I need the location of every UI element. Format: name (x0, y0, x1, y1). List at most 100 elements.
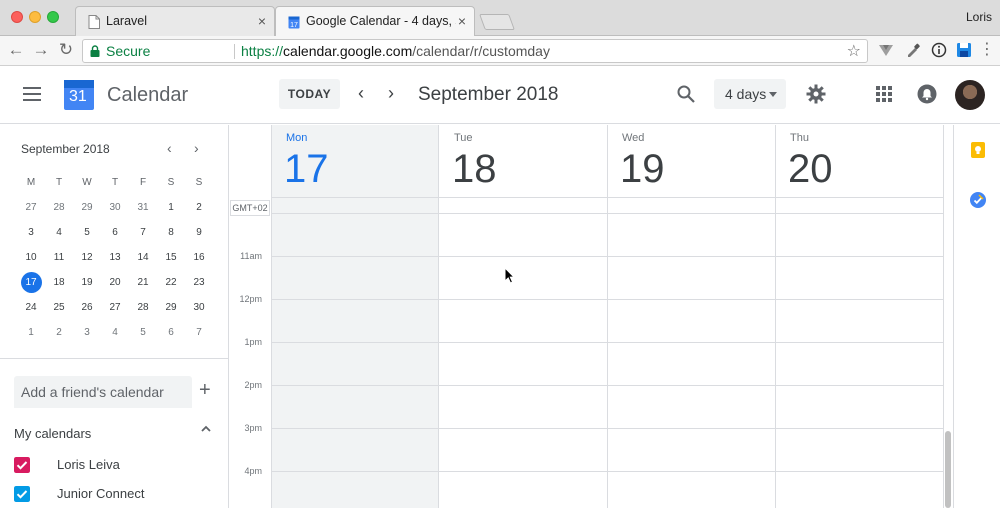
mini-calendar-day[interactable]: 2 (185, 195, 213, 220)
day-header-wed[interactable]: Wed 19 (607, 125, 775, 197)
browser-tab-laravel[interactable]: Laravel × (75, 6, 275, 36)
mini-calendar-day[interactable]: 11 (45, 245, 73, 270)
bookmark-star-icon[interactable]: ☆ (847, 41, 861, 61)
mini-calendar-day[interactable]: 2 (45, 320, 73, 345)
today-button[interactable]: TODAY (279, 79, 340, 109)
mini-calendar-day[interactable]: 28 (45, 195, 73, 220)
mini-calendar-day[interactable]: 21 (129, 270, 157, 295)
checkbox-checked-icon[interactable] (14, 457, 30, 473)
browser-profile-name[interactable]: Loris (966, 10, 992, 24)
day-of-week: Thu (790, 132, 809, 144)
day-header-thu[interactable]: Thu 20 (775, 125, 943, 197)
browser-tab-bar: Laravel × 17 Google Calendar - 4 days, s… (0, 0, 1000, 36)
search-icon[interactable] (676, 84, 696, 104)
mini-calendar-day[interactable]: 3 (73, 320, 101, 345)
day-header-mon[interactable]: Mon 17 (271, 125, 439, 197)
mini-calendar-day[interactable]: 31 (129, 195, 157, 220)
extension-info-icon[interactable] (931, 42, 947, 58)
notifications-bell-icon[interactable] (917, 84, 937, 104)
day-number[interactable]: 17 (284, 147, 329, 192)
logo-day-number: 31 (69, 88, 87, 105)
back-button[interactable]: ← (5, 39, 27, 61)
next-period-button[interactable]: › (388, 83, 394, 104)
mini-calendar-day[interactable]: 1 (17, 320, 45, 345)
account-avatar[interactable] (955, 80, 985, 110)
previous-period-button[interactable]: ‹ (358, 83, 364, 104)
mini-calendar-day[interactable]: 4 (45, 220, 73, 245)
close-tab-icon[interactable]: × (458, 13, 466, 29)
grid-scrollbar[interactable] (945, 431, 951, 508)
mini-calendar-day[interactable]: 19 (73, 270, 101, 295)
mini-calendar-day[interactable]: 29 (157, 295, 185, 320)
extension-eyedropper-icon[interactable] (905, 42, 921, 58)
weekday-label: T (55, 177, 63, 188)
mini-calendar-day[interactable]: 22 (157, 270, 185, 295)
view-selector[interactable]: 4 days (714, 79, 786, 109)
mini-calendar-day-today[interactable]: 17 (17, 270, 45, 295)
address-bar[interactable]: Secure https://calendar.google.com/calen… (82, 39, 868, 63)
mini-calendar-day[interactable]: 13 (101, 245, 129, 270)
maximize-window-button[interactable] (47, 11, 59, 23)
mini-calendar-day[interactable]: 9 (185, 220, 213, 245)
checkbox-checked-icon[interactable] (14, 486, 30, 502)
day-number[interactable]: 20 (788, 147, 833, 192)
secure-label: Secure (106, 43, 151, 59)
add-friend-calendar-input[interactable]: Add a friend's calendar (14, 376, 192, 408)
extension-save-icon[interactable] (956, 42, 972, 58)
day-header-tue[interactable]: Tue 18 (439, 125, 607, 197)
mini-calendar-day[interactable]: 16 (185, 245, 213, 270)
mini-calendar-day[interactable]: 1 (157, 195, 185, 220)
mini-calendar-next-month[interactable]: › (194, 140, 199, 156)
mini-calendar-day[interactable]: 28 (129, 295, 157, 320)
mini-calendar-day[interactable]: 7 (185, 320, 213, 345)
mini-calendar-day[interactable]: 25 (45, 295, 73, 320)
mini-calendar-day[interactable]: 27 (17, 195, 45, 220)
mini-calendar-day[interactable]: 30 (101, 195, 129, 220)
minimize-window-button[interactable] (29, 11, 41, 23)
svg-text:17: 17 (290, 22, 298, 29)
mini-calendar-day[interactable]: 18 (45, 270, 73, 295)
mini-calendar-day[interactable]: 5 (129, 320, 157, 345)
mini-calendar-day[interactable]: 30 (185, 295, 213, 320)
mini-calendar-day[interactable]: 26 (73, 295, 101, 320)
keep-notes-icon[interactable] (970, 142, 986, 158)
mini-calendar-day[interactable]: 15 (157, 245, 185, 270)
gear-icon[interactable] (806, 84, 826, 104)
my-calendars-heading[interactable]: My calendars (14, 426, 91, 441)
mini-calendar-day[interactable]: 27 (101, 295, 129, 320)
reload-button[interactable]: ↻ (55, 39, 77, 61)
day-number[interactable]: 19 (620, 147, 665, 192)
tasks-icon[interactable] (970, 192, 986, 208)
mini-calendar-day[interactable]: 4 (101, 320, 129, 345)
day-number[interactable]: 18 (452, 147, 497, 192)
mini-calendar-day[interactable]: 6 (101, 220, 129, 245)
weekday-label: T (111, 177, 119, 188)
browser-tab-calendar[interactable]: 17 Google Calendar - 4 days, sta × (275, 6, 475, 36)
hour-line (271, 342, 943, 343)
extension-vuejs-icon[interactable] (878, 42, 894, 58)
mini-calendar-day[interactable]: 23 (185, 270, 213, 295)
new-tab-button[interactable] (479, 14, 515, 30)
column-divider (607, 125, 608, 508)
mini-calendar-day[interactable]: 12 (73, 245, 101, 270)
apps-grid-icon[interactable] (874, 84, 894, 104)
mini-calendar-previous-month[interactable]: ‹ (167, 140, 172, 156)
mini-calendar-day[interactable]: 10 (17, 245, 45, 270)
close-tab-icon[interactable]: × (258, 13, 266, 29)
browser-menu-icon[interactable]: ⋮ (976, 39, 998, 61)
mini-calendar-day[interactable]: 8 (157, 220, 185, 245)
mini-calendar-day[interactable]: 20 (101, 270, 129, 295)
forward-button[interactable]: → (30, 39, 52, 61)
main-menu-icon[interactable] (23, 87, 41, 101)
chevron-up-icon[interactable] (200, 423, 212, 435)
close-window-button[interactable] (11, 11, 23, 23)
mini-calendar-day[interactable]: 3 (17, 220, 45, 245)
mini-calendar-day[interactable]: 7 (129, 220, 157, 245)
mini-calendar-day[interactable]: 6 (157, 320, 185, 345)
mini-calendar-day[interactable]: 24 (17, 295, 45, 320)
mini-calendar-day[interactable]: 5 (73, 220, 101, 245)
weekday-label: M (26, 177, 36, 188)
mini-calendar-day[interactable]: 29 (73, 195, 101, 220)
add-calendar-plus-icon[interactable]: + (199, 379, 211, 402)
mini-calendar-day[interactable]: 14 (129, 245, 157, 270)
